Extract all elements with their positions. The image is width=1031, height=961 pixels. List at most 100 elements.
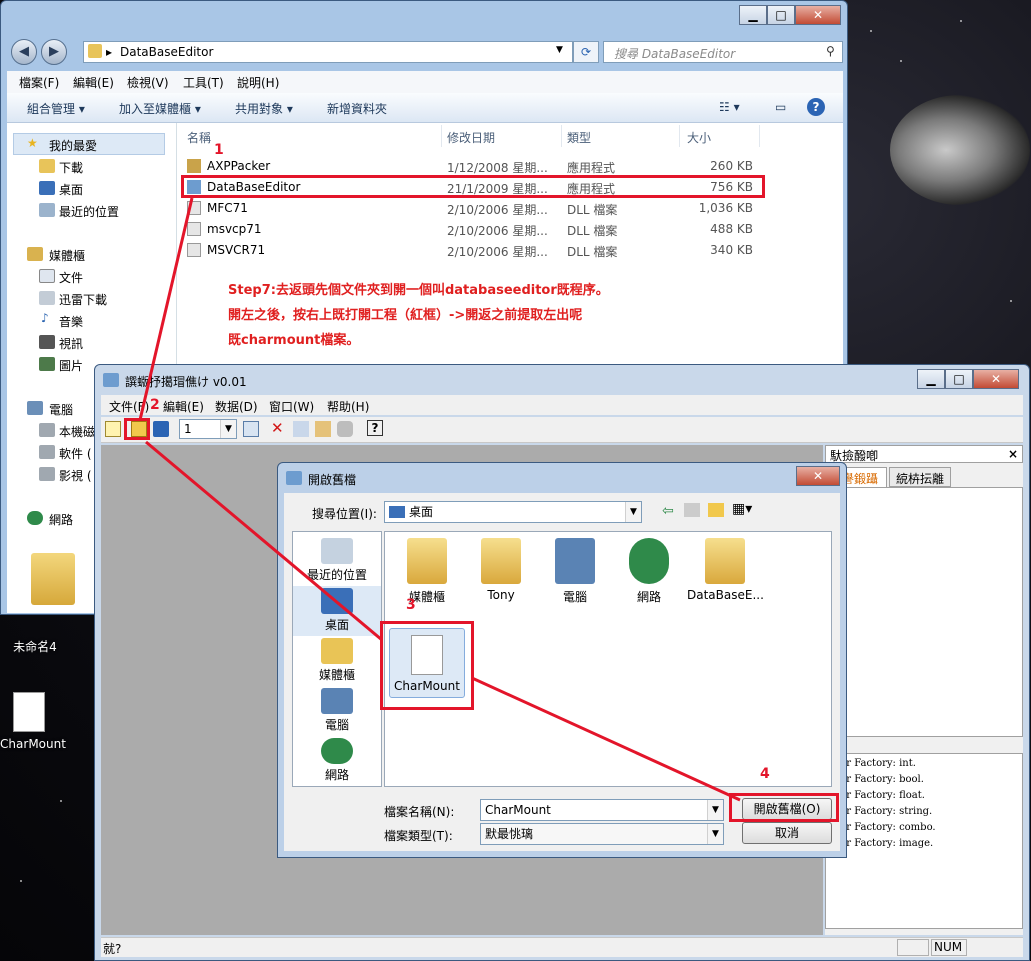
menu-edit[interactable]: 編輯(E) <box>163 398 204 415</box>
search-input[interactable]: 搜尋 DataBaseEditor ⚲ <box>603 41 843 63</box>
up-folder-icon[interactable] <box>684 503 700 517</box>
nav-thunder[interactable]: 迅雷下載 <box>59 291 107 308</box>
menu-bar: 文件(F) 編輯(E) 数据(D) 窗口(W) 帮助(H) <box>101 395 1023 415</box>
item-databaseeditor-folder[interactable]: DataBaseE... <box>687 538 764 602</box>
menu-help[interactable]: 帮助(H) <box>327 398 369 415</box>
menu-tools[interactable]: 工具(T) <box>183 74 224 91</box>
lookin-select[interactable]: 桌面 ▼ <box>384 501 642 523</box>
nav-desktop[interactable]: 桌面 <box>59 181 83 198</box>
desktop-icon-label: CharMount <box>0 737 66 751</box>
close-button[interactable]: ✕ <box>973 369 1019 389</box>
nav-network[interactable]: 網路 <box>49 511 73 528</box>
document-icon <box>13 692 45 732</box>
nav-local-disk[interactable]: 本機磁 <box>59 423 95 440</box>
item-tony[interactable]: Tony <box>463 538 539 602</box>
column-date[interactable]: 修改日期 <box>447 129 495 146</box>
menu-edit[interactable]: 編輯(E) <box>73 74 114 91</box>
copy-icon[interactable] <box>293 421 309 437</box>
search-icon[interactable]: ⚲ <box>826 44 835 58</box>
preview-pane-icon[interactable]: ▭ <box>775 100 786 114</box>
back-button[interactable]: ◀ <box>11 39 37 65</box>
minimize-button[interactable]: ▁ <box>739 5 767 25</box>
nav-downloads[interactable]: 下載 <box>59 159 83 176</box>
nav-computer[interactable]: 電腦 <box>49 401 73 418</box>
nav-software-drive[interactable]: 軟件 ( <box>59 445 92 462</box>
back-arrow-icon[interactable]: ⇦ <box>662 503 674 519</box>
minimize-button[interactable]: ▁ <box>917 369 945 389</box>
nav-libraries[interactable]: 媒體櫃 <box>49 247 85 264</box>
help-icon[interactable]: ? <box>367 420 383 436</box>
toolbar: 1 ▼ ✕ ? <box>101 417 1023 443</box>
help-icon[interactable]: ? <box>807 98 825 116</box>
chevron-down-icon[interactable]: ▼ <box>707 824 723 844</box>
close-button[interactable]: ✕ <box>795 5 841 25</box>
menu-view[interactable]: 檢視(V) <box>127 74 169 91</box>
maximize-button[interactable]: □ <box>767 5 795 25</box>
nav-documents[interactable]: 文件 <box>59 269 83 286</box>
file-row[interactable]: msvcp71 2/10/2006 星期... DLL 檔案 488 KB <box>179 219 779 240</box>
new-folder-icon[interactable] <box>708 503 724 517</box>
panel-close-icon[interactable]: × <box>1008 447 1018 461</box>
place-label: 網路 <box>324 768 349 782</box>
menu-window[interactable]: 窗口(W) <box>269 398 314 415</box>
column-type[interactable]: 類型 <box>567 129 591 146</box>
delete-icon[interactable]: ✕ <box>271 419 284 437</box>
item-computer[interactable]: 電腦 <box>537 538 613 605</box>
column-size[interactable]: 大小 <box>687 129 711 146</box>
filetype-select[interactable]: 默最恌璃 ▼ <box>480 823 724 845</box>
place-libraries[interactable]: 媒體櫃 <box>293 636 381 686</box>
chevron-down-icon[interactable]: ▼ <box>707 800 723 820</box>
new-file-icon[interactable] <box>105 421 121 437</box>
item-libraries[interactable]: 媒體櫃 <box>389 538 465 605</box>
new-folder-button[interactable]: 新增資料夾 <box>327 100 387 117</box>
libraries-icon <box>407 538 447 584</box>
place-computer[interactable]: 電腦 <box>293 686 381 736</box>
close-button[interactable]: ✕ <box>796 466 840 486</box>
chevron-down-icon[interactable]: ▼ <box>625 502 641 522</box>
nav-videos[interactable]: 視訊 <box>59 335 83 352</box>
view-options-icon[interactable]: ☷ ▾ <box>719 100 740 114</box>
view-menu-icon[interactable]: ▦▾ <box>732 501 752 517</box>
dropdown-arrow-icon[interactable]: ▼ <box>556 45 563 55</box>
organize-button[interactable]: 組合管理 ▾ <box>27 100 85 117</box>
maximize-button[interactable]: □ <box>945 369 973 389</box>
page-select[interactable]: 1 ▼ <box>179 419 237 439</box>
nav-music[interactable]: 音樂 <box>59 313 83 330</box>
table-icon[interactable] <box>243 421 259 437</box>
save-icon[interactable] <box>153 421 169 437</box>
tab-structure[interactable]: 綂枿抎離 <box>889 467 951 487</box>
file-type: 應用程式 <box>567 161 616 175</box>
item-label: 電腦 <box>562 590 587 604</box>
add-to-library-button[interactable]: 加入至媒體櫃 ▾ <box>119 100 201 117</box>
nav-pictures[interactable]: 圖片 <box>59 357 83 374</box>
chevron-down-icon[interactable]: ▼ <box>220 420 236 438</box>
network-icon <box>27 511 43 525</box>
nav-favorites[interactable]: 我的最愛 <box>49 137 97 154</box>
refresh-icon[interactable]: ⟳ <box>573 41 599 63</box>
file-type: DLL 檔案 <box>567 245 618 259</box>
drive-icon <box>39 467 55 481</box>
nav-media-drive[interactable]: 影視 ( <box>59 467 92 484</box>
nav-recent[interactable]: 最近的位置 <box>59 203 119 220</box>
place-recent[interactable]: 最近的位置 <box>293 536 381 586</box>
file-row[interactable]: AXPPacker 1/12/2008 星期... 應用程式 260 KB <box>179 156 779 177</box>
file-row[interactable]: MSVCR71 2/10/2006 星期... DLL 檔案 340 KB <box>179 240 779 261</box>
file-row[interactable]: MFC71 2/10/2006 星期... DLL 檔案 1,036 KB <box>179 198 779 219</box>
menu-file[interactable]: 文件(F) <box>109 398 149 415</box>
hand-icon[interactable] <box>337 421 353 437</box>
paste-icon[interactable] <box>315 421 331 437</box>
menu-data[interactable]: 数据(D) <box>215 398 258 415</box>
desktop-icon-unnamed[interactable]: 未命名4 <box>0 618 70 658</box>
desktop-icon-charmount[interactable]: CharMount <box>0 690 66 756</box>
filename-input[interactable]: CharMount ▼ <box>480 799 724 821</box>
place-desktop[interactable]: 桌面 <box>293 586 381 636</box>
item-network[interactable]: 網路 <box>611 538 687 605</box>
menu-file[interactable]: 檔案(F) <box>19 74 59 91</box>
menu-help[interactable]: 說明(H) <box>237 74 279 91</box>
share-with-button[interactable]: 共用對象 ▾ <box>235 100 293 117</box>
address-input[interactable]: ▸ DataBaseEditor ▼ <box>83 41 573 63</box>
column-name[interactable]: 名稱 <box>187 129 211 146</box>
cancel-button[interactable]: 取消 <box>742 822 832 844</box>
place-network[interactable]: 網路 <box>293 736 381 786</box>
forward-button[interactable]: ▶ <box>41 39 67 65</box>
